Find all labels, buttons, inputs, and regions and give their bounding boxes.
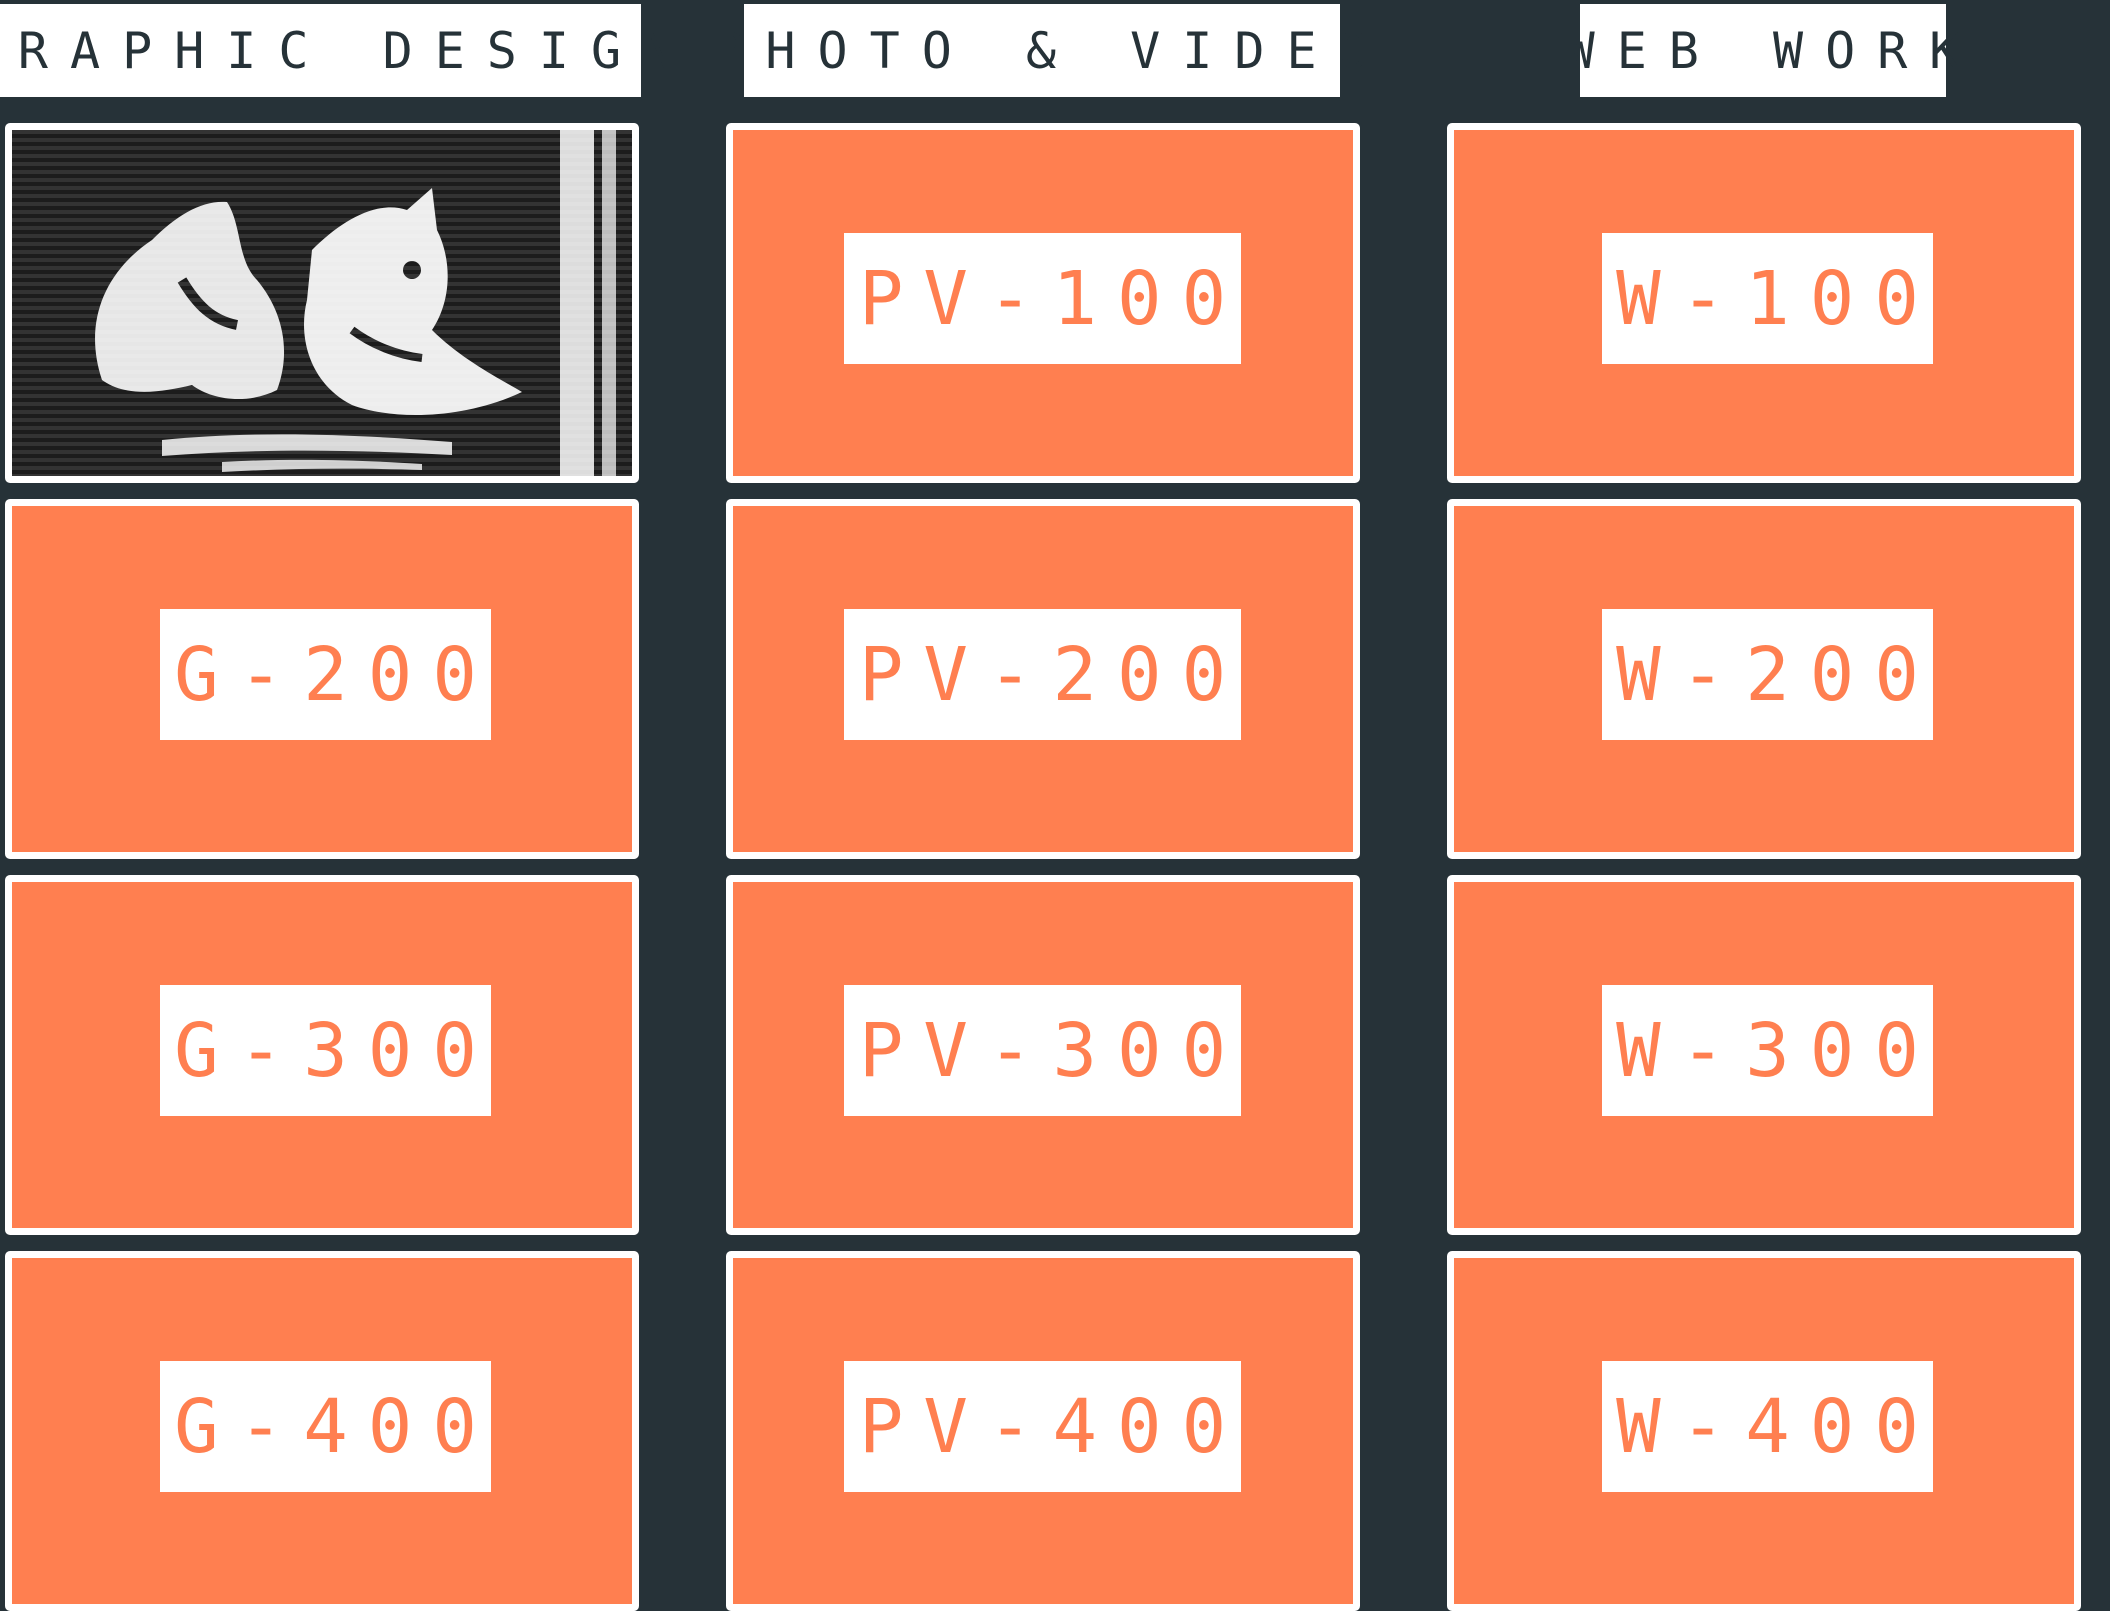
- card-label: W-200: [1602, 609, 1933, 740]
- photo-video-card-pv200[interactable]: PV-200: [726, 499, 1360, 859]
- card-label: W-100: [1602, 233, 1933, 364]
- web-work-card-w300[interactable]: W-300: [1447, 875, 2081, 1235]
- card-label: G-200: [160, 609, 491, 740]
- photo-video-card-pv100[interactable]: PV-100: [726, 123, 1360, 483]
- graphic-design-card-g300[interactable]: G-300: [5, 875, 639, 1235]
- web-work-card-w400[interactable]: W-400: [1447, 1251, 2081, 1611]
- card-label: G-300: [160, 985, 491, 1116]
- card-label: PV-300: [844, 985, 1241, 1116]
- web-work-card-w200[interactable]: W-200: [1447, 499, 2081, 859]
- photo-video-header: PHOTO & VIDEO: [713, 4, 1369, 97]
- graphic-design-card-g400[interactable]: G-400: [5, 1251, 639, 1611]
- card-label: W-400: [1602, 1361, 1933, 1492]
- graphic-design-header: GRAPHIC DESIGN: [0, 4, 673, 97]
- graphic-design-card-g200[interactable]: G-200: [5, 499, 639, 859]
- card-label: PV-100: [844, 233, 1241, 364]
- card-label: PV-400: [844, 1361, 1241, 1492]
- graphic-design-thumbnail-card[interactable]: [5, 123, 639, 483]
- photo-video-card-pv400[interactable]: PV-400: [726, 1251, 1360, 1611]
- web-work-header: WEB WORK: [1565, 4, 1959, 97]
- card-label: G-400: [160, 1361, 491, 1492]
- card-label: W-300: [1602, 985, 1933, 1116]
- web-work-card-w100[interactable]: W-100: [1447, 123, 2081, 483]
- cat-photo-thumbnail-icon: [12, 130, 632, 476]
- photo-video-card-pv300[interactable]: PV-300: [726, 875, 1360, 1235]
- card-label: PV-200: [844, 609, 1241, 740]
